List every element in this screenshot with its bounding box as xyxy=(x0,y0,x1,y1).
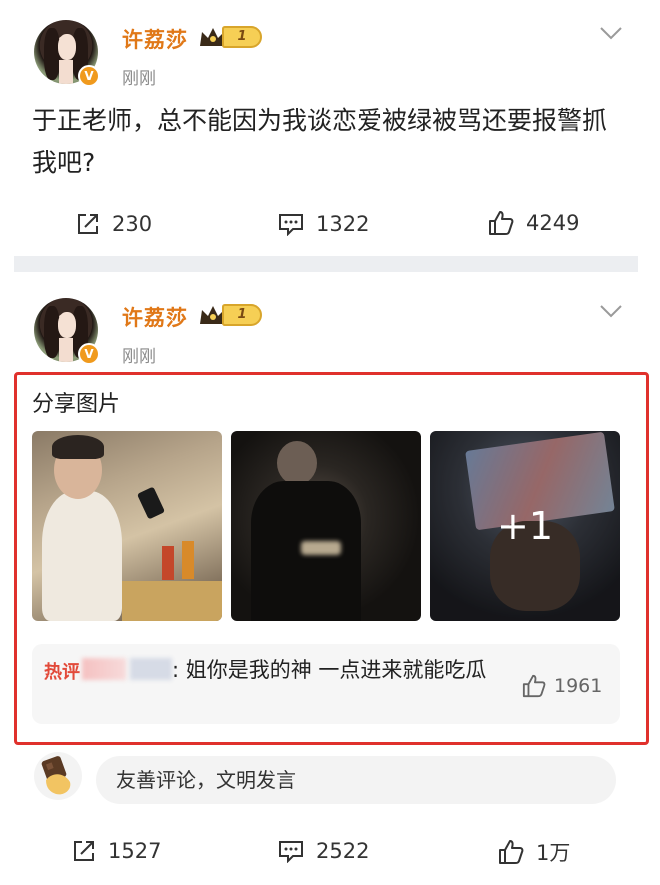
like-button[interactable]: 1万 xyxy=(498,837,570,867)
repost-count: 230 xyxy=(112,212,153,236)
blurred-username xyxy=(82,658,126,680)
chevron-down-icon[interactable] xyxy=(600,26,622,40)
post-card-1: V 许荔莎 1 刚刚 于正老师，总不能因为我谈恋爱被绿被骂还要报警抓我吧? 23… xyxy=(0,0,660,258)
hot-comment-tag: 热评 xyxy=(44,662,80,683)
comment-icon xyxy=(279,841,303,863)
more-photos-overlay: +1 xyxy=(430,431,620,621)
verified-icon: V xyxy=(78,343,100,365)
repost-button[interactable]: 1527 xyxy=(72,839,161,863)
blurred-username xyxy=(130,658,172,680)
photo-tablet-screen[interactable]: +1 xyxy=(430,431,620,621)
like-icon xyxy=(499,840,524,864)
comment-input[interactable]: 友善评论，文明发言 xyxy=(96,756,616,804)
repost-count: 1527 xyxy=(108,839,162,863)
like-icon xyxy=(522,674,546,698)
timestamp: 刚刚 xyxy=(122,69,156,89)
card-separator xyxy=(14,256,638,272)
chocolate-avatar-icon xyxy=(41,756,71,795)
post-text: 于正老师，总不能因为我谈恋爱被绿被骂还要报警抓我吧? xyxy=(32,106,608,177)
comment-button[interactable]: 2522 xyxy=(278,839,369,863)
repost-button[interactable]: 230 xyxy=(76,212,152,236)
like-count: 1万 xyxy=(536,841,571,865)
comment-icon xyxy=(279,214,303,236)
comment-button[interactable]: 1322 xyxy=(278,212,369,236)
like-count: 4249 xyxy=(526,211,580,235)
username[interactable]: 许荔莎 xyxy=(122,24,188,54)
hot-comment-like-button[interactable]: 1961 xyxy=(522,674,602,698)
level-badge: 1 xyxy=(222,26,262,48)
comment-count: 2522 xyxy=(316,839,370,863)
like-icon xyxy=(489,211,514,235)
chevron-down-icon[interactable] xyxy=(600,304,622,318)
repost-icon xyxy=(78,214,98,234)
username[interactable]: 许荔莎 xyxy=(122,302,188,332)
level-badge: 1 xyxy=(222,304,262,326)
hot-comment-like-count: 1961 xyxy=(554,675,603,697)
comment-count: 1322 xyxy=(316,212,370,236)
photo-dark-room-phone[interactable] xyxy=(231,431,421,621)
hot-comment[interactable]: 热评 : 姐你是我的神 一点进来就能吃瓜 1961 xyxy=(32,644,620,724)
verified-icon: V xyxy=(78,65,100,87)
hot-comment-text: : 姐你是我的神 一点进来就能吃瓜 xyxy=(172,658,487,682)
post-text: 分享图片 xyxy=(32,392,121,417)
repost-icon xyxy=(74,841,94,861)
photo-man-with-phone[interactable] xyxy=(32,431,222,621)
commenter-avatar xyxy=(34,752,82,800)
timestamp: 刚刚 xyxy=(122,347,156,367)
like-button[interactable]: 4249 xyxy=(488,210,579,236)
